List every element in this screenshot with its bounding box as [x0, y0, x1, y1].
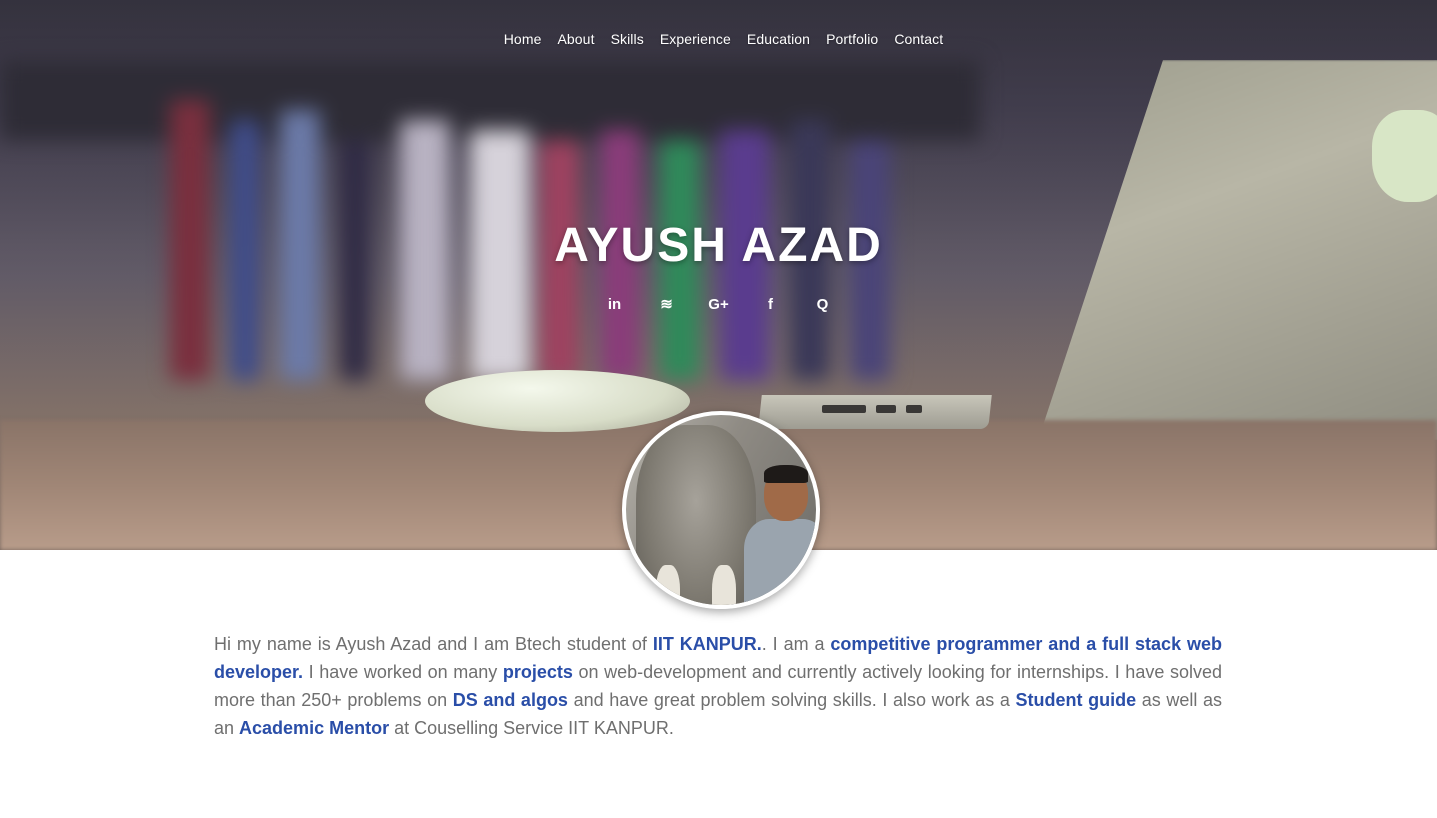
about-text: at Couselling Service IIT KANPUR.: [389, 718, 674, 738]
tusk: [656, 565, 680, 605]
top-navigation: Home About Skills Experience Education P…: [0, 31, 1437, 47]
nav-about[interactable]: About: [557, 31, 594, 47]
about-highlight-college: IIT KANPUR.: [652, 634, 762, 654]
mouse-image: [425, 370, 690, 432]
nav-home[interactable]: Home: [504, 31, 542, 47]
about-text: Hi my name is Ayush Azad and I am Btech …: [214, 634, 653, 654]
person-hair: [764, 465, 808, 483]
linkedin-icon[interactable]: in: [604, 293, 626, 315]
profile-name: AYUSH AZAD: [554, 219, 883, 272]
social-links: in ≋ G+ f Q: [0, 293, 1437, 315]
google-plus-icon[interactable]: G+: [708, 293, 730, 315]
tusk: [712, 565, 736, 605]
profile-avatar: [622, 411, 820, 609]
nav-experience[interactable]: Experience: [660, 31, 731, 47]
elephant-statue: [636, 425, 756, 605]
nav-contact[interactable]: Contact: [894, 31, 943, 47]
about-text: . I am a: [761, 634, 831, 654]
person-shirt: [744, 519, 816, 605]
about-paragraph: Hi my name is Ayush Azad and I am Btech …: [214, 630, 1222, 742]
quora-icon[interactable]: Q: [812, 293, 834, 315]
about-text: and have great problem solving skills. I…: [567, 690, 1016, 710]
nav-skills[interactable]: Skills: [611, 31, 644, 47]
about-highlight-academic-mentor: Academic Mentor: [239, 718, 390, 738]
laptop-port: [876, 405, 896, 413]
nav-portfolio[interactable]: Portfolio: [826, 31, 878, 47]
laptop-port: [822, 405, 866, 413]
apple-logo: [1372, 110, 1437, 202]
facebook-icon[interactable]: f: [760, 293, 782, 315]
laptop-port: [906, 405, 922, 413]
about-highlight-dsa: DS and algos: [452, 690, 568, 710]
about-highlight-student-guide: Student guide: [1015, 690, 1137, 710]
stack-overflow-icon[interactable]: ≋: [656, 293, 678, 315]
about-text: I have worked on many: [303, 662, 503, 682]
laptop-base: [758, 395, 992, 429]
about-highlight-projects: projects: [502, 662, 573, 682]
nav-education[interactable]: Education: [747, 31, 810, 47]
